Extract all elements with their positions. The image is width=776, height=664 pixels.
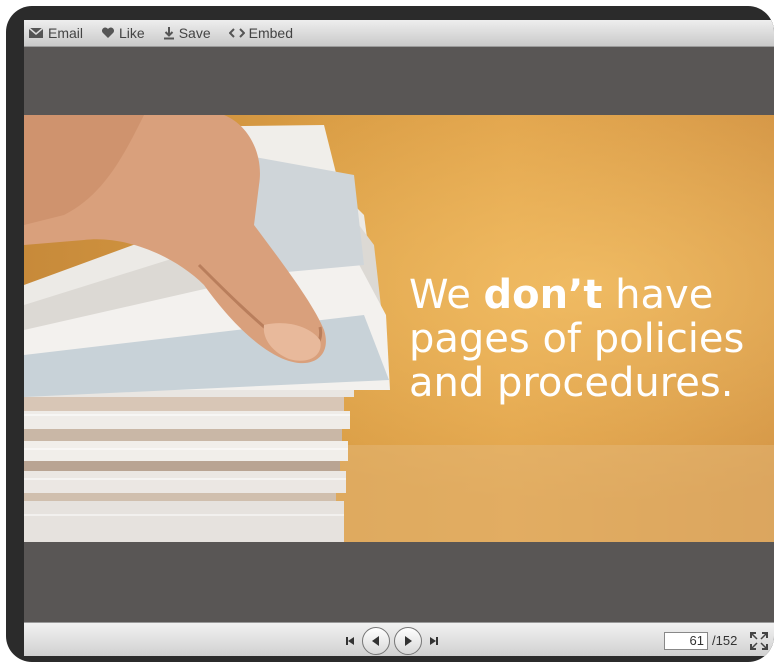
bottom-control-bar: 61 /152 — [24, 622, 774, 656]
caption-line-1-bold: don’t — [483, 272, 603, 318]
fullscreen-icon — [750, 632, 768, 650]
save-label: Save — [178, 25, 211, 41]
envelope-icon — [28, 27, 44, 38]
slide-image: We don’t have pages of policies and proc… — [24, 115, 774, 542]
skip-first-icon — [346, 637, 354, 645]
next-slide-button[interactable] — [394, 627, 422, 655]
email-button[interactable]: Email — [28, 25, 83, 41]
save-button[interactable]: Save — [163, 25, 211, 41]
page-total: /152 — [712, 633, 738, 648]
slideshow-viewer: Email Like Save Embed We don’t have page… — [24, 20, 774, 656]
heart-icon — [102, 27, 115, 38]
caption-line-3: and procedures. — [409, 360, 734, 406]
code-icon — [228, 28, 245, 38]
embed-label: Embed — [248, 25, 293, 41]
fullscreen-button[interactable] — [750, 632, 768, 650]
caption-line-2: pages of policies — [409, 316, 745, 362]
like-button[interactable]: Like — [101, 25, 145, 41]
prev-icon — [372, 636, 379, 646]
embed-button[interactable]: Embed — [228, 25, 293, 41]
top-toolbar: Email Like Save Embed — [24, 20, 774, 47]
next-icon — [405, 636, 412, 646]
caption-line-1-post: have — [602, 272, 714, 318]
download-icon — [163, 27, 174, 40]
caption-line-1: We don’t have — [409, 273, 769, 317]
like-label: Like — [119, 25, 145, 41]
email-label: Email — [48, 25, 84, 41]
previous-slide-button[interactable] — [362, 627, 390, 655]
caption-line-1-pre: We — [409, 272, 484, 318]
slide-navigation — [342, 627, 442, 655]
viewer-frame: Email Like Save Embed We don’t have page… — [6, 6, 774, 662]
skip-last-icon — [430, 637, 438, 645]
slide-caption: We don’t have pages of policies and proc… — [409, 273, 769, 405]
first-slide-button[interactable] — [342, 628, 358, 654]
last-slide-button[interactable] — [426, 628, 442, 654]
page-number-input[interactable]: 61 — [664, 632, 708, 650]
